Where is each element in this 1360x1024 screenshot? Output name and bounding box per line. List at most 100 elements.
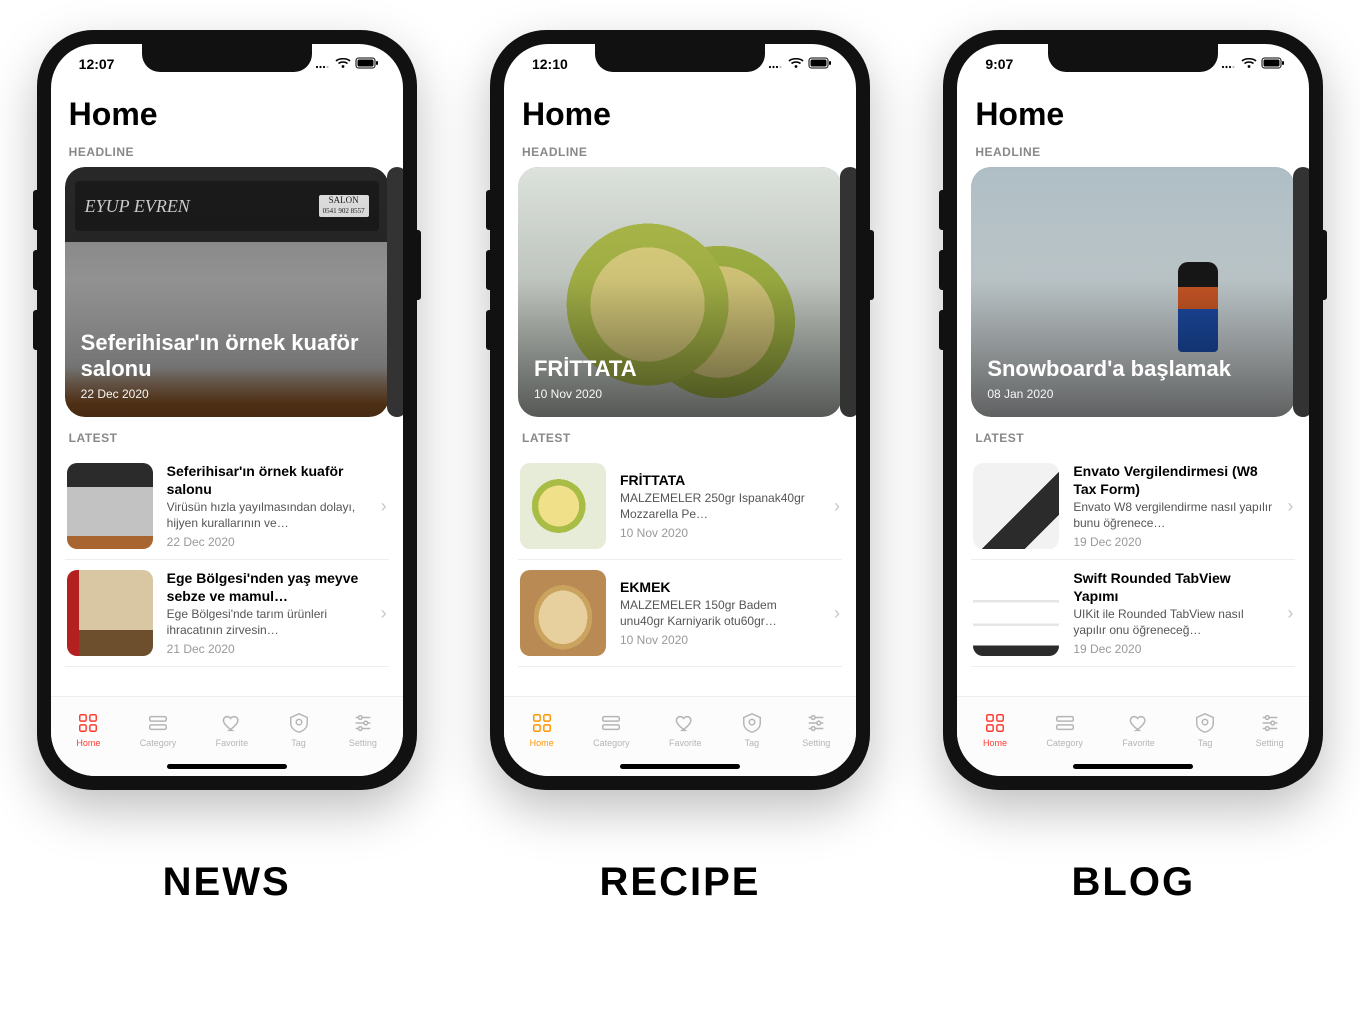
headline-title: Seferihisar'ın örnek kuaför salonu [81, 330, 373, 381]
tab-label: Tag [1198, 738, 1213, 748]
content-scroll[interactable]: HomeHEADLINEFRİTTATA10 Nov 2020LATEST FR… [504, 84, 856, 696]
home-indicator[interactable] [957, 756, 1309, 776]
list-item-date: 19 Dec 2020 [1073, 535, 1273, 549]
list-item-desc: Virüsün hızla yayılmasından dolayı, hijy… [167, 500, 367, 531]
list-item-title: FRİTTATA [620, 472, 820, 490]
home-icon [77, 712, 99, 736]
list-item-title: Swift Rounded TabView Yapımı [1073, 570, 1273, 605]
list-item-title: Ege Bölgesi'nden yaş meyve sebze ve mamu… [167, 570, 367, 605]
headline-next-peek[interactable] [387, 167, 403, 417]
list-item-body: EKMEK MALZEMELER 150gr Badem unu40gr Kar… [620, 579, 820, 648]
phone-frame: 9:07 HomeHEADLINESnowboard'a başlamak08 … [943, 30, 1323, 790]
list-item-date: 10 Nov 2020 [620, 633, 820, 647]
latest-list: FRİTTATA MALZEMELER 250gr Ispanak40gr Mo… [518, 453, 842, 696]
list-item-thumb [67, 570, 153, 656]
tab-setting[interactable]: Setting [349, 712, 377, 748]
tab-setting[interactable]: Setting [802, 712, 830, 748]
phone-frame: 12:10 HomeHEADLINEFRİTTATA10 Nov 2020LAT… [490, 30, 870, 790]
list-item-desc: UIKit ile Rounded TabView nasıl yapılır … [1073, 607, 1273, 638]
tab-tag[interactable]: Tag [1194, 712, 1216, 748]
content-scroll[interactable]: HomeHEADLINESnowboard'a başlamak08 Jan 2… [957, 84, 1309, 696]
list-item[interactable]: EKMEK MALZEMELER 150gr Badem unu40gr Kar… [518, 560, 842, 667]
list-item[interactable]: Ege Bölgesi'nden yaş meyve sebze ve mamu… [65, 560, 389, 667]
tab-tag[interactable]: Tag [288, 712, 310, 748]
list-item[interactable]: Swift Rounded TabView Yapımı UIKit ile R… [971, 560, 1295, 667]
tab-category[interactable]: Category [140, 712, 177, 748]
list-item-thumb [67, 463, 153, 549]
home-indicator[interactable] [51, 756, 403, 776]
list-item-thumb [973, 463, 1059, 549]
list-item[interactable]: FRİTTATA MALZEMELER 250gr Ispanak40gr Mo… [518, 453, 842, 560]
list-item-desc: Envato W8 vergilendirme nasıl yapılır bu… [1073, 500, 1273, 531]
tab-bar: Home Category Favorite Tag Setting [51, 696, 403, 756]
list-item-body: Envato Vergilendirmesi (W8 Tax Form) Env… [1073, 463, 1273, 549]
tab-label: Tag [291, 738, 306, 748]
headline-card[interactable]: FRİTTATA 10 Nov 2020 [518, 167, 842, 417]
tab-setting[interactable]: Setting [1256, 712, 1284, 748]
tab-label: Category [593, 738, 630, 748]
list-item-desc: MALZEMELER 150gr Badem unu40gr Karniyari… [620, 598, 820, 629]
headline-date: 10 Nov 2020 [534, 387, 826, 401]
list-item[interactable]: Envato Vergilendirmesi (W8 Tax Form) Env… [971, 453, 1295, 560]
chevron-right-icon: › [1287, 603, 1293, 624]
chevron-right-icon: › [381, 603, 387, 624]
tab-label: Home [76, 738, 100, 748]
tab-favorite[interactable]: Favorite [216, 712, 249, 748]
headline-card[interactable]: Snowboard'a başlamak08 Jan 2020 [971, 167, 1295, 417]
content-scroll[interactable]: HomeHEADLINEEYUP EVRENSALON0541 902 8557… [51, 84, 403, 696]
wifi-icon [788, 56, 804, 72]
screen: 9:07 HomeHEADLINESnowboard'a başlamak08 … [957, 44, 1309, 776]
headline-card[interactable]: EYUP EVRENSALON0541 902 8557Seferihisar'… [65, 167, 389, 417]
list-item-body: FRİTTATA MALZEMELER 250gr Ispanak40gr Mo… [620, 472, 820, 541]
list-item[interactable]: Seferihisar'ın örnek kuaför salonu Virüs… [65, 453, 389, 560]
tab-home[interactable]: Home [530, 712, 554, 748]
chevron-right-icon: › [1287, 496, 1293, 517]
latest-list: Seferihisar'ın örnek kuaför salonu Virüs… [65, 453, 389, 696]
phone-variant-label: NEWS [163, 860, 291, 905]
tab-label: Favorite [216, 738, 249, 748]
headline-next-peek[interactable] [1293, 167, 1309, 417]
section-latest-label: LATEST [518, 417, 842, 453]
favorite-icon [221, 712, 243, 736]
headline-next-peek[interactable] [840, 167, 856, 417]
tab-tag[interactable]: Tag [741, 712, 763, 748]
tab-favorite[interactable]: Favorite [669, 712, 702, 748]
tab-category[interactable]: Category [1046, 712, 1083, 748]
category-icon [1054, 712, 1076, 736]
tab-home[interactable]: Home [76, 712, 100, 748]
section-latest-label: LATEST [65, 417, 389, 453]
list-item-title: EKMEK [620, 579, 820, 597]
chevron-right-icon: › [834, 603, 840, 624]
list-item-date: 10 Nov 2020 [620, 526, 820, 540]
headline-title: FRİTTATA [534, 356, 826, 381]
screen: 12:07 HomeHEADLINEEYUP EVRENSALON0541 90… [51, 44, 403, 776]
status-time: 12:07 [79, 56, 115, 72]
signal-icon [1221, 56, 1237, 72]
notch [595, 44, 765, 72]
list-item-body: Ege Bölgesi'nden yaş meyve sebze ve mamu… [167, 570, 367, 656]
list-item-title: Envato Vergilendirmesi (W8 Tax Form) [1073, 463, 1273, 498]
phone-frame: 12:07 HomeHEADLINEEYUP EVRENSALON0541 90… [37, 30, 417, 790]
section-headline-label: HEADLINE [971, 139, 1295, 167]
tab-category[interactable]: Category [593, 712, 630, 748]
home-icon [984, 712, 1006, 736]
tab-label: Tag [745, 738, 760, 748]
chevron-right-icon: › [381, 496, 387, 517]
battery-icon [355, 56, 379, 72]
notch [1048, 44, 1218, 72]
list-item-date: 22 Dec 2020 [167, 535, 367, 549]
list-item-thumb [520, 463, 606, 549]
screen: 12:10 HomeHEADLINEFRİTTATA10 Nov 2020LAT… [504, 44, 856, 776]
tab-label: Home [530, 738, 554, 748]
wifi-icon [335, 56, 351, 72]
tab-favorite[interactable]: Favorite [1122, 712, 1155, 748]
headline-title: Snowboard'a başlamak [987, 356, 1279, 381]
headline-date: 22 Dec 2020 [81, 387, 373, 401]
category-icon [600, 712, 622, 736]
home-indicator[interactable] [504, 756, 856, 776]
status-time: 12:10 [532, 56, 568, 72]
tab-home[interactable]: Home [983, 712, 1007, 748]
tag-icon [1194, 712, 1216, 736]
latest-list: Envato Vergilendirmesi (W8 Tax Form) Env… [971, 453, 1295, 696]
tag-icon [288, 712, 310, 736]
